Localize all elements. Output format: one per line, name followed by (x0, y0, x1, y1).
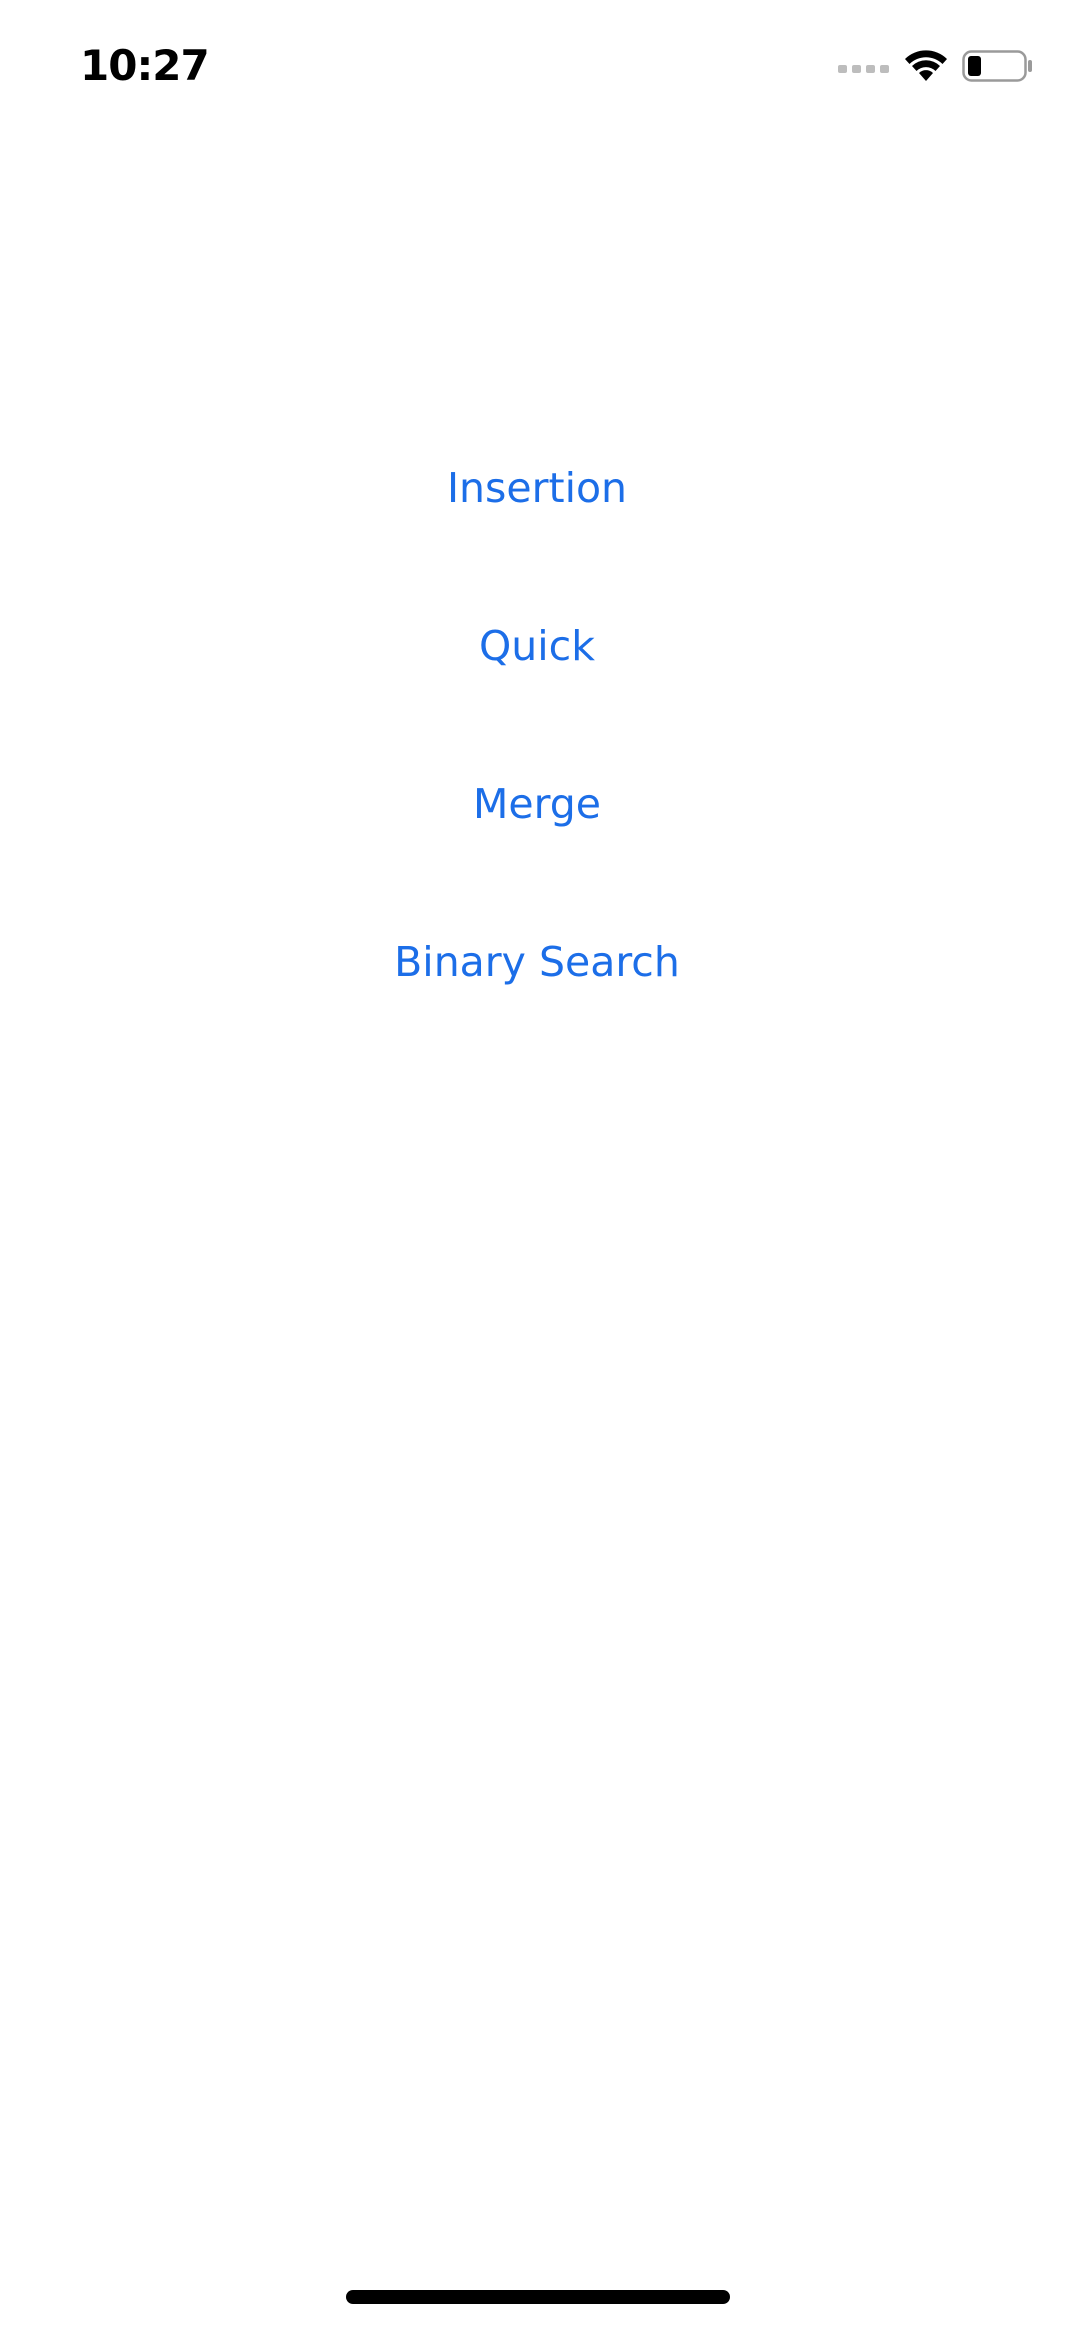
binary-search-button[interactable]: Binary Search (0, 920, 1074, 1004)
merge-button[interactable]: Merge (0, 762, 1074, 846)
status-time: 10:27 (80, 41, 210, 90)
cellular-signal-icon (838, 59, 890, 73)
insertion-button[interactable]: Insertion (0, 446, 1074, 530)
status-bar: 10:27 (0, 0, 1074, 132)
wifi-icon (904, 49, 948, 83)
battery-icon (962, 49, 1034, 83)
home-indicator[interactable] (346, 2290, 730, 2304)
status-icons (838, 42, 1034, 90)
quick-button[interactable]: Quick (0, 604, 1074, 688)
